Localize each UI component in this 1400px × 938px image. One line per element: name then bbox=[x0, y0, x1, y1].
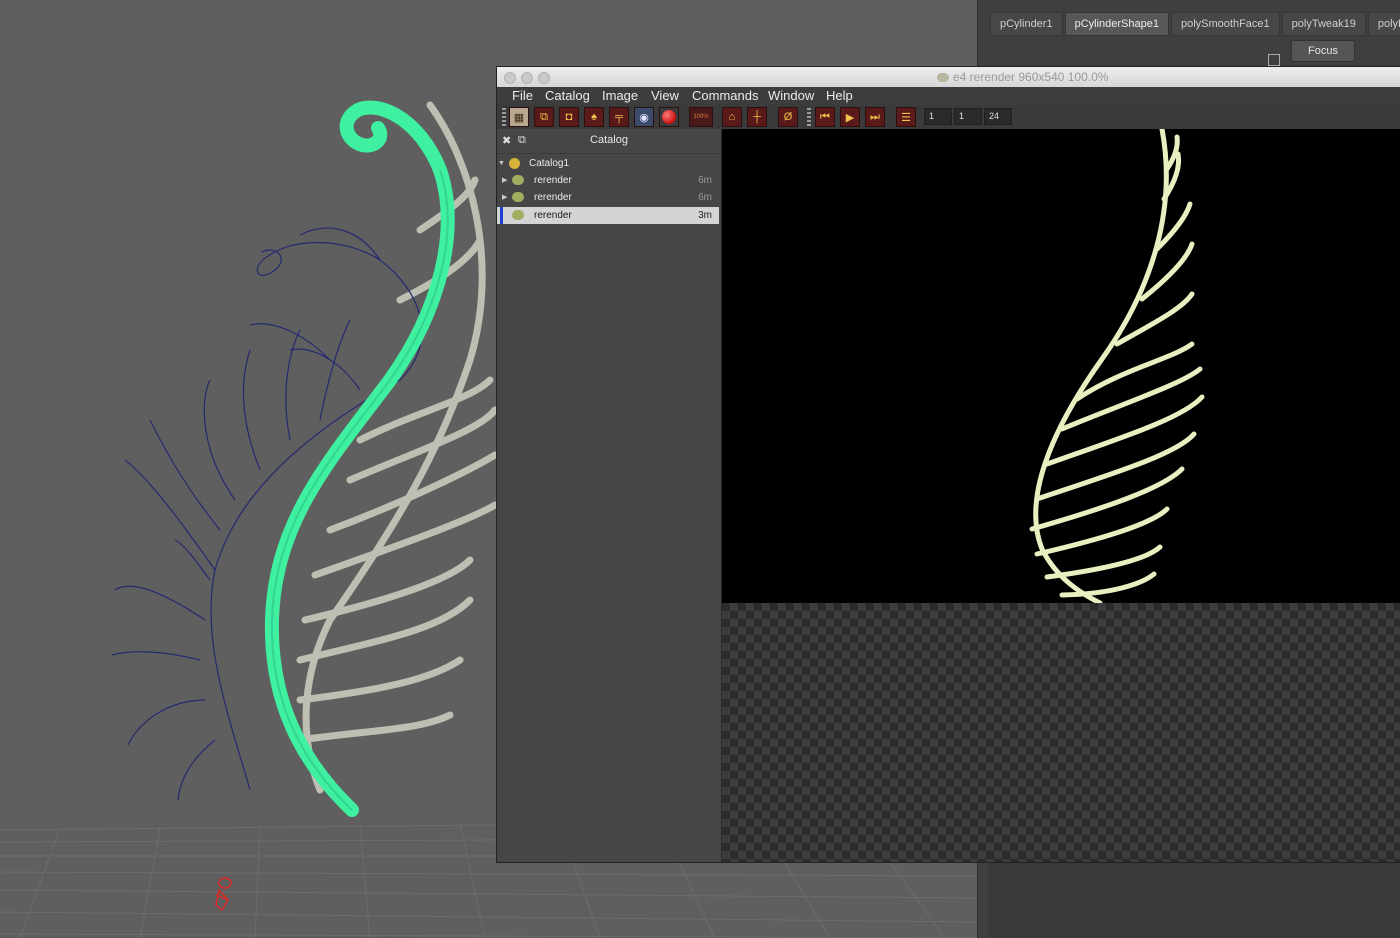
menu-image[interactable]: Image bbox=[602, 87, 638, 105]
grid-view-icon[interactable]: ▦ bbox=[509, 107, 529, 127]
menu-bar: File Catalog Image View Commands Window … bbox=[497, 87, 1400, 105]
menu-commands[interactable]: Commands bbox=[692, 87, 758, 105]
zoom-percent-icon[interactable]: 100% bbox=[689, 107, 713, 127]
frame-end-field[interactable]: 24 bbox=[984, 108, 1012, 125]
lamp-icon[interactable]: ♠ bbox=[584, 107, 604, 127]
tab-polytweak19[interactable]: polyTweak19 bbox=[1281, 12, 1366, 36]
focus-button[interactable]: Focus bbox=[1291, 40, 1355, 62]
catalog-root-label: Catalog1 bbox=[529, 158, 570, 169]
catalog-item[interactable]: ▶ rerender 6m bbox=[497, 189, 719, 206]
catalog-header: ✖ ⧉ Catalog bbox=[497, 129, 721, 154]
menu-help[interactable]: Help bbox=[826, 87, 853, 105]
eye-icon bbox=[512, 175, 524, 185]
compare-icon[interactable]: Ø bbox=[778, 107, 798, 127]
fern-geometry-grey bbox=[296, 101, 499, 794]
window-title: e4 rerender 960x540 100.0% bbox=[937, 70, 1108, 84]
expand-arrow-icon[interactable]: ▶ bbox=[502, 189, 507, 206]
stop-render-icon[interactable] bbox=[659, 107, 679, 127]
menu-file[interactable]: File bbox=[512, 87, 533, 105]
catalog-item-age: 3m bbox=[698, 210, 712, 221]
catalog-item-selected[interactable]: rerender 3m bbox=[497, 207, 719, 224]
window-titlebar[interactable]: e4 rerender 960x540 100.0% bbox=[497, 67, 1400, 88]
last-frame-icon[interactable]: ⏭ bbox=[865, 107, 885, 127]
first-frame-icon[interactable]: ⏮ bbox=[815, 107, 835, 127]
render-region-icon[interactable]: ⧉ bbox=[534, 107, 554, 127]
catalog-item-label: rerender bbox=[534, 175, 572, 186]
expand-arrow-icon[interactable]: ▶ bbox=[502, 172, 507, 189]
attribute-icon[interactable] bbox=[1268, 54, 1280, 66]
catalog-item-label: rerender bbox=[534, 192, 572, 203]
menu-view[interactable]: View bbox=[651, 87, 679, 105]
tab-polyextrude[interactable]: polyExtru bbox=[1367, 12, 1400, 36]
close-window-button[interactable] bbox=[504, 72, 516, 84]
menu-window[interactable]: Window bbox=[768, 87, 814, 105]
render-image-view[interactable] bbox=[722, 129, 1400, 862]
menu-catalog[interactable]: Catalog bbox=[545, 87, 590, 105]
alpha-checkerboard bbox=[722, 603, 1400, 862]
tab-pcylinder1[interactable]: pCylinder1 bbox=[990, 12, 1063, 36]
attribute-editor-lower bbox=[988, 860, 1400, 938]
globe-icon[interactable]: ◉ bbox=[634, 107, 654, 127]
lens-icon[interactable]: ⌂ bbox=[722, 107, 742, 127]
catalog-item-age: 6m bbox=[698, 175, 712, 186]
rendered-fern bbox=[1029, 129, 1205, 603]
zoom-window-button[interactable] bbox=[538, 72, 550, 84]
catalog-icon bbox=[509, 158, 520, 169]
frame-start-field[interactable]: 1 bbox=[924, 108, 952, 125]
catalog-item[interactable]: ▶ rerender 6m bbox=[497, 172, 719, 189]
eye-icon bbox=[937, 73, 949, 82]
locator-icon bbox=[215, 877, 232, 912]
crosshair-icon[interactable]: ┼ bbox=[747, 107, 767, 127]
timeline-icon[interactable]: ☰ bbox=[896, 107, 916, 127]
selection-marker bbox=[500, 207, 503, 224]
catalog-panel: ✖ ⧉ Catalog ▼ Catalog1 ▶ rerender 6m ▶ r… bbox=[497, 129, 722, 862]
snapshot-icon[interactable]: ◘ bbox=[559, 107, 579, 127]
expand-arrow-icon[interactable]: ▼ bbox=[498, 155, 505, 172]
eye-icon bbox=[512, 210, 524, 220]
catalog-item-age: 6m bbox=[698, 192, 712, 203]
selected-stem-curve bbox=[264, 100, 455, 817]
render-view-window: e4 rerender 960x540 100.0% File Catalog … bbox=[496, 66, 1400, 863]
window-title-text: e4 rerender 960x540 100.0% bbox=[953, 70, 1109, 84]
toolbar-grip-2[interactable] bbox=[807, 108, 811, 126]
catalog-item-label: rerender bbox=[534, 210, 572, 221]
tab-polysmoothface1[interactable]: polySmoothFace1 bbox=[1170, 12, 1280, 36]
eye-icon bbox=[512, 192, 524, 202]
catalog-title: Catalog bbox=[590, 134, 628, 146]
tab-pcylindershape1[interactable]: pCylinderShape1 bbox=[1064, 12, 1169, 36]
play-icon[interactable]: ▶ bbox=[840, 107, 860, 127]
render-toolbar: ▦ ⧉ ◘ ♠ ╤ ◉ 100% ⌂ ┼ Ø ⏮ ▶ ⏭ ☰ 1 1 24 bbox=[497, 105, 1400, 130]
frame-current-field[interactable]: 1 bbox=[954, 108, 982, 125]
attribute-editor-tabs: pCylinder1 pCylinderShape1 polySmoothFac… bbox=[990, 12, 1400, 36]
catalog-root[interactable]: ▼ Catalog1 bbox=[497, 155, 719, 172]
minimize-window-button[interactable] bbox=[521, 72, 533, 84]
toolbar-grip[interactable] bbox=[502, 108, 506, 126]
ipr-icon[interactable]: ╤ bbox=[609, 107, 629, 127]
